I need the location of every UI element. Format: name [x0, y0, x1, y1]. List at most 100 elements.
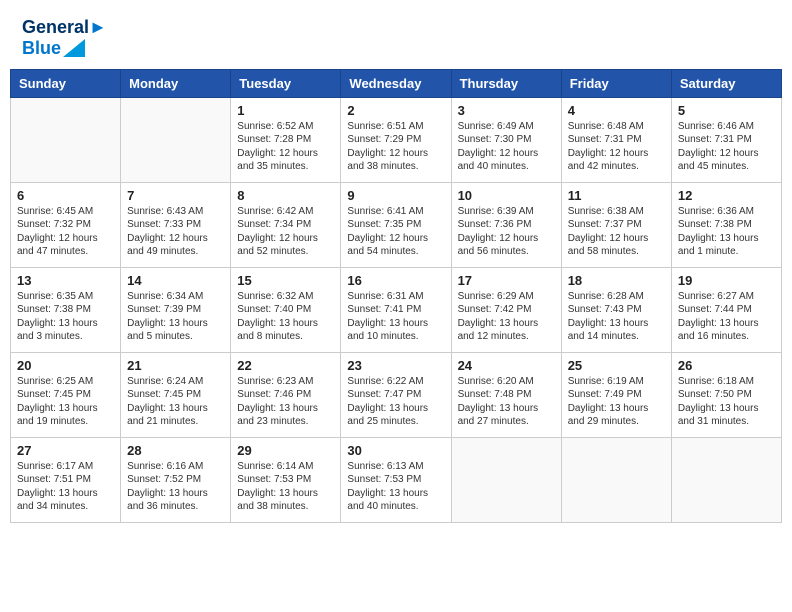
day-number: 9 — [347, 188, 444, 203]
calendar-cell: 19Sunrise: 6:27 AM Sunset: 7:44 PM Dayli… — [671, 267, 781, 352]
day-number: 25 — [568, 358, 665, 373]
day-info: Sunrise: 6:23 AM Sunset: 7:46 PM Dayligh… — [237, 375, 334, 429]
calendar-cell: 29 Sunrise: 6:14 AM Sunset: 7:53 PM Dayli… — [231, 437, 341, 522]
day-number: 16 — [347, 273, 444, 288]
calendar-cell: 1 Sunrise: 6:52 AM Sunset: 7:28 PM Daylig… — [231, 97, 341, 182]
day-number: 14 — [127, 273, 224, 288]
calendar-cell: 5 Sunrise: 6:46 AM Sunset: 7:31 PM Daylig… — [671, 97, 781, 182]
day-info: Sunrise: 6:20 AM Sunset: 7:48 PM Dayligh… — [458, 375, 555, 429]
day-info: Sunrise: 6:46 AM Sunset: 7:31 PM Dayligh… — [678, 120, 775, 174]
calendar-cell: 11 Sunrise: 6:38 AM Sunset: 7:37 PM Dayli… — [561, 182, 671, 267]
day-info: Sunrise: 6:22 AM Sunset: 7:47 PM Dayligh… — [347, 375, 444, 429]
calendar-cell: 7 Sunrise: 6:43 AM Sunset: 7:33 PM Daylig… — [121, 182, 231, 267]
day-number: 18 — [568, 273, 665, 288]
day-number: 28 — [127, 443, 224, 458]
calendar-cell: 20 Sunrise: 6:25 AM Sunset: 7:45 PM Dayli… — [11, 352, 121, 437]
calendar-week-2: 13Sunrise: 6:35 AM Sunset: 7:38 PM Dayli… — [11, 267, 782, 352]
calendar-cell: 3Sunrise: 6:49 AM Sunset: 7:30 PM Daylig… — [451, 97, 561, 182]
calendar-cell — [121, 97, 231, 182]
day-info: Sunrise: 6:52 AM Sunset: 7:28 PM Dayligh… — [237, 120, 334, 174]
calendar-cell: 4 Sunrise: 6:48 AM Sunset: 7:31 PM Daylig… — [561, 97, 671, 182]
calendar-cell: 28 Sunrise: 6:16 AM Sunset: 7:52 PM Dayli… — [121, 437, 231, 522]
day-info: Sunrise: 6:36 AM Sunset: 7:38 PM Dayligh… — [678, 205, 775, 259]
day-info: Sunrise: 6:31 AM Sunset: 7:41 PM Dayligh… — [347, 290, 444, 344]
day-number: 19 — [678, 273, 775, 288]
calendar-cell: 15 Sunrise: 6:32 AM Sunset: 7:40 PM Dayli… — [231, 267, 341, 352]
day-number: 4 — [568, 103, 665, 118]
calendar-cell: 10 Sunrise: 6:39 AM Sunset: 7:36 PM Dayli… — [451, 182, 561, 267]
day-info: Sunrise: 6:18 AM Sunset: 7:50 PM Dayligh… — [678, 375, 775, 429]
day-info: Sunrise: 6:39 AM Sunset: 7:36 PM Dayligh… — [458, 205, 555, 259]
logo: General► Blue — [22, 18, 107, 59]
calendar-cell: 12 Sunrise: 6:36 AM Sunset: 7:38 PM Dayli… — [671, 182, 781, 267]
day-number: 29 — [237, 443, 334, 458]
calendar-cell — [451, 437, 561, 522]
header-thursday: Thursday — [451, 69, 561, 97]
day-info: Sunrise: 6:41 AM Sunset: 7:35 PM Dayligh… — [347, 205, 444, 259]
calendar-cell: 16 Sunrise: 6:31 AM Sunset: 7:41 PM Dayli… — [341, 267, 451, 352]
header-tuesday: Tuesday — [231, 69, 341, 97]
calendar-header-row: SundayMondayTuesdayWednesdayThursdayFrid… — [11, 69, 782, 97]
calendar-table: SundayMondayTuesdayWednesdayThursdayFrid… — [10, 69, 782, 523]
day-number: 3 — [458, 103, 555, 118]
logo-text2: Blue — [22, 38, 61, 59]
calendar-cell: 24 Sunrise: 6:20 AM Sunset: 7:48 PM Dayli… — [451, 352, 561, 437]
calendar-cell: 21Sunrise: 6:24 AM Sunset: 7:45 PM Dayli… — [121, 352, 231, 437]
calendar-cell: 23 Sunrise: 6:22 AM Sunset: 7:47 PM Dayli… — [341, 352, 451, 437]
calendar-cell: 17Sunrise: 6:29 AM Sunset: 7:42 PM Dayli… — [451, 267, 561, 352]
day-info: Sunrise: 6:32 AM Sunset: 7:40 PM Dayligh… — [237, 290, 334, 344]
calendar-cell: 9 Sunrise: 6:41 AM Sunset: 7:35 PM Daylig… — [341, 182, 451, 267]
day-info: Sunrise: 6:45 AM Sunset: 7:32 PM Dayligh… — [17, 205, 114, 259]
day-info: Sunrise: 6:14 AM Sunset: 7:53 PM Dayligh… — [237, 460, 334, 514]
day-info: Sunrise: 6:13 AM Sunset: 7:53 PM Dayligh… — [347, 460, 444, 514]
day-info: Sunrise: 6:43 AM Sunset: 7:33 PM Dayligh… — [127, 205, 224, 259]
calendar-cell: 25 Sunrise: 6:19 AM Sunset: 7:49 PM Dayli… — [561, 352, 671, 437]
day-number: 11 — [568, 188, 665, 203]
day-number: 5 — [678, 103, 775, 118]
calendar-cell: 8 Sunrise: 6:42 AM Sunset: 7:34 PM Daylig… — [231, 182, 341, 267]
day-info: Sunrise: 6:29 AM Sunset: 7:42 PM Dayligh… — [458, 290, 555, 344]
day-info: Sunrise: 6:25 AM Sunset: 7:45 PM Dayligh… — [17, 375, 114, 429]
day-number: 20 — [17, 358, 114, 373]
day-info: Sunrise: 6:16 AM Sunset: 7:52 PM Dayligh… — [127, 460, 224, 514]
calendar-week-4: 27 Sunrise: 6:17 AM Sunset: 7:51 PM Dayli… — [11, 437, 782, 522]
day-info: Sunrise: 6:17 AM Sunset: 7:51 PM Dayligh… — [17, 460, 114, 514]
calendar-week-0: 1 Sunrise: 6:52 AM Sunset: 7:28 PM Daylig… — [11, 97, 782, 182]
page-header: General► Blue — [10, 10, 782, 63]
logo-text: General► — [22, 18, 107, 38]
day-number: 15 — [237, 273, 334, 288]
header-sunday: Sunday — [11, 69, 121, 97]
calendar-cell: 27 Sunrise: 6:17 AM Sunset: 7:51 PM Dayli… — [11, 437, 121, 522]
day-number: 12 — [678, 188, 775, 203]
day-number: 1 — [237, 103, 334, 118]
day-number: 23 — [347, 358, 444, 373]
header-wednesday: Wednesday — [341, 69, 451, 97]
day-number: 30 — [347, 443, 444, 458]
day-info: Sunrise: 6:48 AM Sunset: 7:31 PM Dayligh… — [568, 120, 665, 174]
day-info: Sunrise: 6:34 AM Sunset: 7:39 PM Dayligh… — [127, 290, 224, 344]
calendar-cell: 6 Sunrise: 6:45 AM Sunset: 7:32 PM Daylig… — [11, 182, 121, 267]
day-number: 27 — [17, 443, 114, 458]
calendar-cell: 13Sunrise: 6:35 AM Sunset: 7:38 PM Dayli… — [11, 267, 121, 352]
day-number: 24 — [458, 358, 555, 373]
calendar-cell: 18 Sunrise: 6:28 AM Sunset: 7:43 PM Dayli… — [561, 267, 671, 352]
calendar-cell — [671, 437, 781, 522]
day-info: Sunrise: 6:38 AM Sunset: 7:37 PM Dayligh… — [568, 205, 665, 259]
calendar-cell: 14 Sunrise: 6:34 AM Sunset: 7:39 PM Dayli… — [121, 267, 231, 352]
calendar-cell: 2Sunrise: 6:51 AM Sunset: 7:29 PM Daylig… — [341, 97, 451, 182]
day-info: Sunrise: 6:19 AM Sunset: 7:49 PM Dayligh… — [568, 375, 665, 429]
day-info: Sunrise: 6:28 AM Sunset: 7:43 PM Dayligh… — [568, 290, 665, 344]
calendar-cell: 26Sunrise: 6:18 AM Sunset: 7:50 PM Dayli… — [671, 352, 781, 437]
day-number: 6 — [17, 188, 114, 203]
day-number: 13 — [17, 273, 114, 288]
day-number: 7 — [127, 188, 224, 203]
day-number: 8 — [237, 188, 334, 203]
day-number: 10 — [458, 188, 555, 203]
calendar-week-3: 20 Sunrise: 6:25 AM Sunset: 7:45 PM Dayli… — [11, 352, 782, 437]
calendar-week-1: 6 Sunrise: 6:45 AM Sunset: 7:32 PM Daylig… — [11, 182, 782, 267]
day-number: 21 — [127, 358, 224, 373]
day-info: Sunrise: 6:42 AM Sunset: 7:34 PM Dayligh… — [237, 205, 334, 259]
calendar-cell: 22Sunrise: 6:23 AM Sunset: 7:46 PM Dayli… — [231, 352, 341, 437]
header-monday: Monday — [121, 69, 231, 97]
header-saturday: Saturday — [671, 69, 781, 97]
